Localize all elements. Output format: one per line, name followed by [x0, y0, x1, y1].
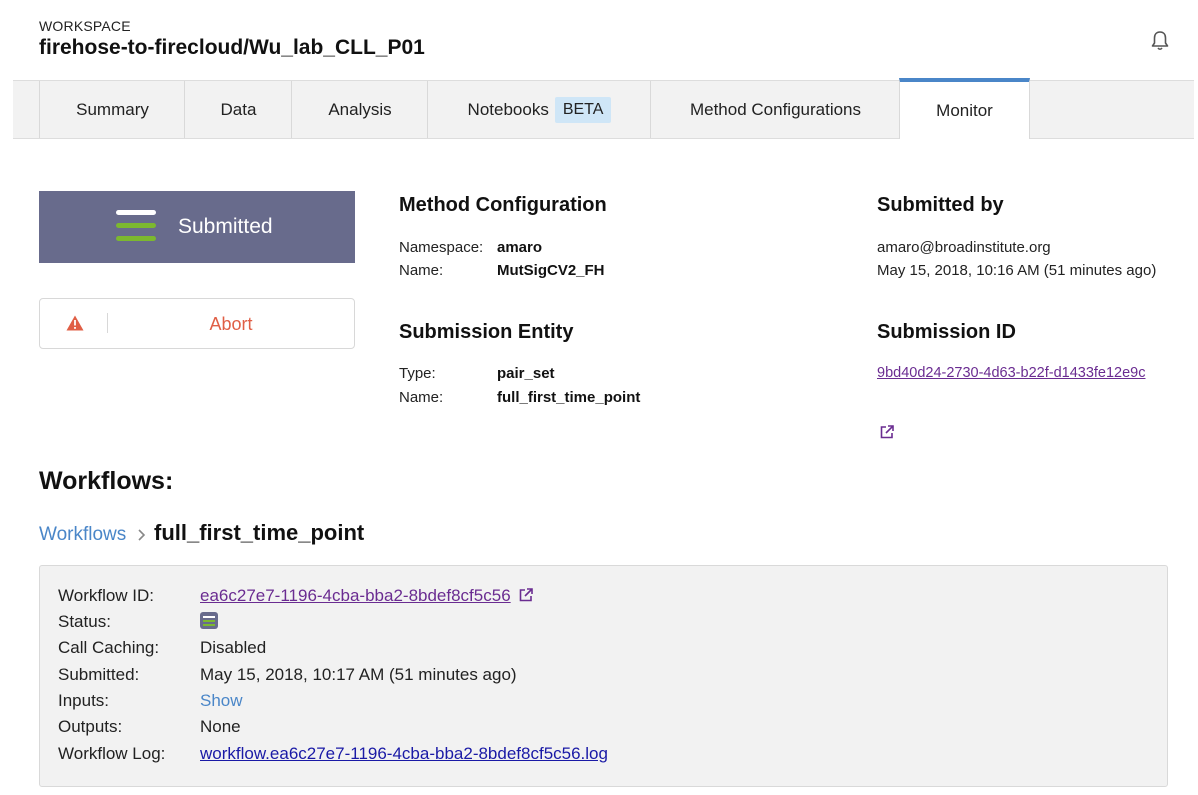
outputs-value: None — [200, 717, 241, 736]
tab-method-configurations[interactable]: Method Configurations — [650, 81, 900, 138]
status-row-label: Status: — [58, 612, 111, 631]
beta-badge: BETA — [554, 96, 612, 123]
workflow-id-link[interactable]: ea6c27e7-1196-4cba-bba2-8bdef8cf5c56 — [200, 586, 511, 605]
workflow-details-panel: Workflow ID: ea6c27e7-1196-4cba-bba2-8bd… — [39, 565, 1168, 787]
submission-id-heading: Submission ID — [877, 321, 1016, 343]
breadcrumb-current: full_first_time_point — [154, 520, 365, 545]
tab-monitor[interactable]: Monitor — [899, 78, 1030, 139]
tab-bar: Summary Data Analysis Notebooks BETA Meth… — [13, 78, 1194, 139]
workflow-log-label: Workflow Log: — [58, 744, 166, 763]
outputs-label: Outputs: — [58, 717, 123, 736]
submitter-email: amaro@broadinstitute.org — [877, 239, 1051, 256]
external-link-icon[interactable] — [880, 425, 894, 439]
tab-monitor-label: Monitor — [936, 100, 993, 120]
mini-bar-2 — [203, 620, 215, 622]
submitted-by-heading: Submitted by — [877, 194, 1004, 216]
submitted-status-mini-icon — [200, 612, 218, 629]
tab-analysis[interactable]: Analysis — [291, 81, 428, 138]
workspace-name: firehose-to-firecloud/Wu_lab_CLL_P01 — [39, 36, 425, 59]
workflows-title: Workflows: — [39, 467, 174, 495]
inputs-show-link[interactable]: Show — [200, 691, 243, 711]
workflow-id-row: ea6c27e7-1196-4cba-bba2-8bdef8cf5c56 — [200, 586, 534, 606]
tab-data[interactable]: Data — [184, 81, 292, 138]
call-caching-value: Disabled — [200, 638, 267, 657]
workflow-log-link[interactable]: workflow.ea6c27e7-1196-4cba-bba2-8bdef8c… — [200, 744, 608, 764]
workspace-label: WORKSPACE — [39, 18, 131, 34]
status-label: Submitted — [178, 215, 273, 238]
abort-button[interactable]: Abort — [39, 298, 355, 349]
inputs-label: Inputs: — [58, 691, 110, 710]
entity-type-value: pair_set — [497, 365, 555, 382]
entity-type-label: Type: — [399, 365, 436, 382]
method-name-value: MutSigCV2_FH — [497, 262, 605, 279]
tab-notebooks-label: Notebooks — [467, 99, 549, 119]
mini-bar-1 — [203, 616, 215, 618]
tab-summary-label: Summary — [76, 99, 149, 119]
submission-entity-heading: Submission Entity — [399, 321, 574, 343]
method-configuration-heading: Method Configuration — [399, 194, 607, 216]
tab-method-configurations-label: Method Configurations — [689, 99, 862, 119]
abort-label: Abort — [209, 314, 253, 334]
status-bar-2 — [116, 223, 156, 228]
status-bar-1 — [116, 210, 156, 215]
status-bar-3 — [116, 236, 156, 241]
submitted-label: Submitted: — [58, 665, 140, 684]
chevron-right-icon — [138, 529, 146, 541]
tab-analysis-label: Analysis — [328, 99, 392, 119]
workflow-id-label: Workflow ID: — [58, 586, 155, 605]
submitted-value: May 15, 2018, 10:17 AM (51 minutes ago) — [200, 665, 517, 684]
submission-date: May 15, 2018, 10:16 AM (51 minutes ago) — [877, 262, 1157, 279]
submission-id-link[interactable]: 9bd40d24-2730-4d63-b22f-d1433fe12e9c — [877, 365, 1145, 381]
entity-name-label: Name: — [399, 389, 444, 406]
namespace-label: Namespace: — [399, 239, 484, 256]
tab-divider — [1029, 81, 1030, 138]
mini-bar-3 — [203, 624, 215, 626]
tab-summary[interactable]: Summary — [39, 81, 185, 138]
method-name-label: Name: — [399, 262, 444, 279]
breadcrumb-workflows-link[interactable]: Workflows — [39, 524, 126, 546]
call-caching-label: Call Caching: — [58, 638, 160, 657]
namespace-value: amaro — [497, 239, 543, 256]
tab-data-label: Data — [220, 99, 257, 119]
tab-notebooks[interactable]: Notebooks BETA — [427, 81, 651, 138]
submitted-status-icon — [116, 210, 156, 244]
entity-name-value: full_first_time_point — [497, 389, 641, 406]
submission-status-box: Submitted — [39, 191, 355, 263]
bell-icon[interactable] — [1150, 30, 1170, 52]
external-link-icon[interactable] — [519, 588, 534, 602]
